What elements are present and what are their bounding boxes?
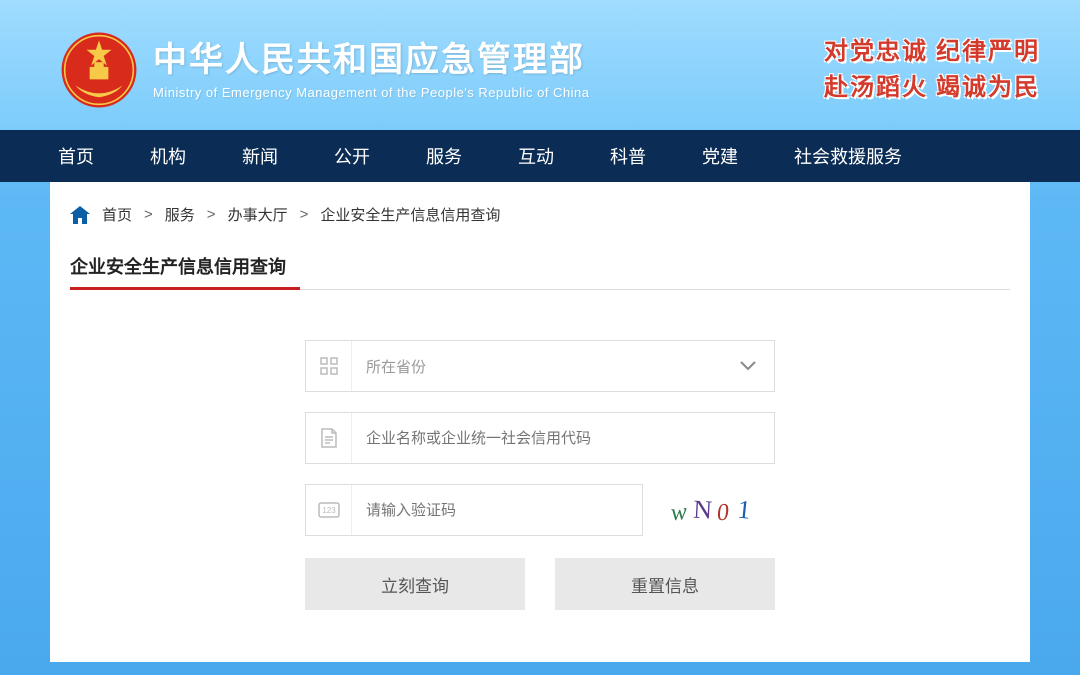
nav-home[interactable]: 首页 — [30, 130, 122, 182]
svg-text:1: 1 — [736, 494, 752, 524]
section-title: 企业安全生产信息信用查询 — [70, 253, 1010, 290]
national-emblem — [60, 31, 138, 109]
province-placeholder: 所在省份 — [352, 341, 774, 391]
crumb-home[interactable]: 首页 — [102, 204, 132, 225]
query-form: 所在省份 123 w N 0 1 — [305, 340, 775, 610]
submit-button[interactable]: 立刻查询 — [305, 558, 525, 610]
nav-party[interactable]: 党建 — [674, 130, 766, 182]
grid-icon — [306, 341, 352, 391]
crumb-service[interactable]: 服务 — [165, 204, 195, 225]
site-subtitle: Ministry of Emergency Management of the … — [153, 85, 794, 100]
nav-interact[interactable]: 互动 — [490, 130, 582, 182]
nav-rescue[interactable]: 社会救援服务 — [766, 130, 930, 182]
nav-science[interactable]: 科普 — [582, 130, 674, 182]
slogan-line-2: 赴汤蹈火 竭诚为民 — [824, 70, 1040, 106]
breadcrumb-separator: > — [144, 206, 153, 223]
chevron-down-icon — [740, 361, 756, 371]
breadcrumb: 首页 > 服务 > 办事大厅 > 企业安全生产信息信用查询 — [70, 204, 1010, 225]
province-select[interactable]: 所在省份 — [305, 340, 775, 392]
nav-open[interactable]: 公开 — [306, 130, 398, 182]
nav-org[interactable]: 机构 — [122, 130, 214, 182]
main-panel: 首页 > 服务 > 办事大厅 > 企业安全生产信息信用查询 企业安全生产信息信用… — [50, 182, 1030, 662]
nav-news[interactable]: 新闻 — [214, 130, 306, 182]
company-name-field[interactable] — [305, 412, 775, 464]
captcha-image[interactable]: w N 0 1 — [655, 484, 775, 536]
captcha-field[interactable]: 123 — [305, 484, 643, 536]
breadcrumb-separator: > — [300, 206, 309, 223]
crumb-current: 企业安全生产信息信用查询 — [320, 204, 500, 225]
slogan: 对党忠诚 纪律严明 赴汤蹈火 竭诚为民 — [824, 34, 1040, 106]
slogan-line-1: 对党忠诚 纪律严明 — [824, 34, 1040, 70]
svg-text:0: 0 — [716, 500, 730, 527]
home-icon[interactable] — [70, 206, 90, 224]
company-name-input[interactable] — [352, 413, 774, 463]
svg-text:123: 123 — [322, 506, 336, 515]
main-nav: 首页 机构 新闻 公开 服务 互动 科普 党建 社会救援服务 — [0, 130, 1080, 182]
breadcrumb-separator: > — [207, 206, 216, 223]
site-title: 中华人民共和国应急管理部 — [153, 40, 794, 81]
captcha-input[interactable] — [352, 485, 642, 535]
svg-text:w: w — [670, 499, 688, 526]
crumb-hall[interactable]: 办事大厅 — [228, 204, 288, 225]
document-icon — [306, 413, 352, 463]
svg-text:N: N — [693, 495, 713, 525]
reset-button[interactable]: 重置信息 — [555, 558, 775, 610]
nav-service[interactable]: 服务 — [398, 130, 490, 182]
site-header: 中华人民共和国应急管理部 Ministry of Emergency Manag… — [0, 0, 1080, 130]
number-icon: 123 — [306, 485, 352, 535]
